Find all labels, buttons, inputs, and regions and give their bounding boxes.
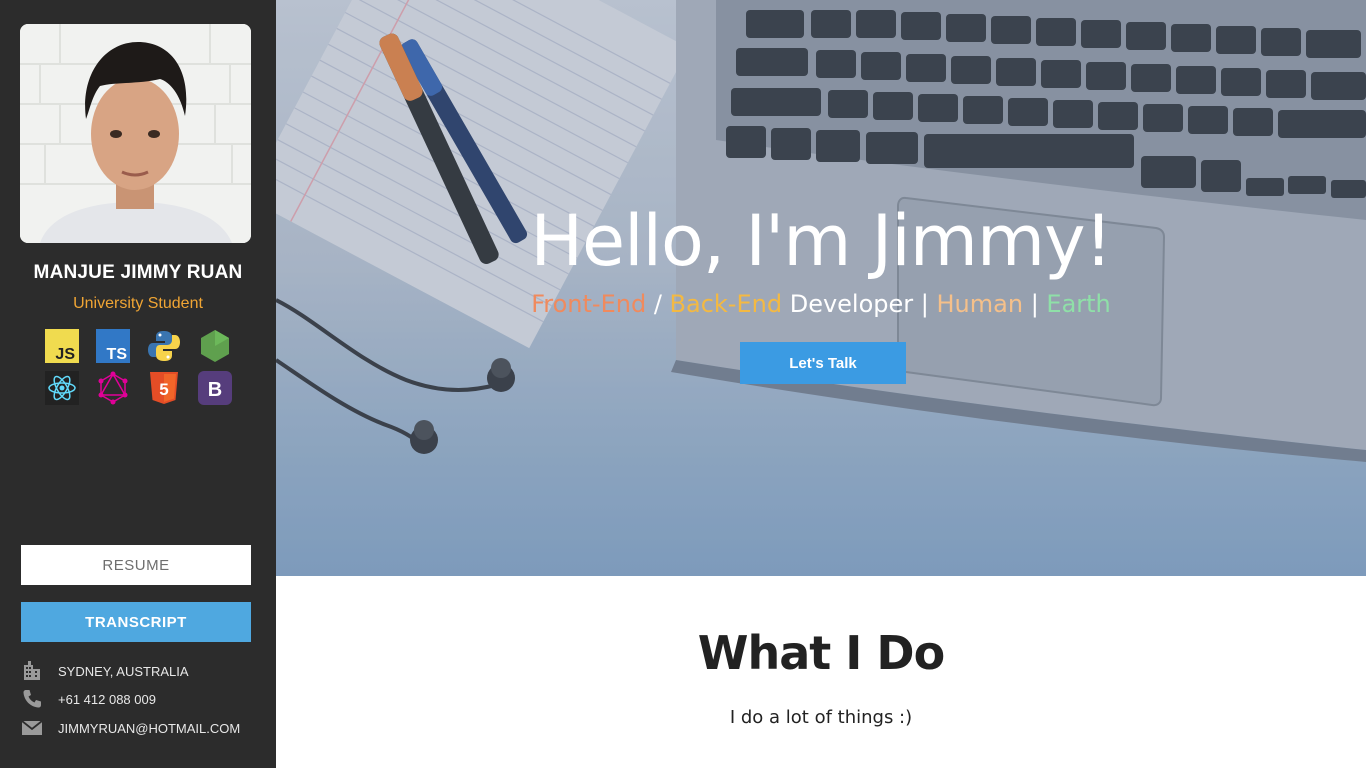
bootstrap-icon: B [189,370,240,406]
contact-phone[interactable]: +61 412 088 009 [21,688,156,710]
subtitle-earth: Earth [1038,290,1111,318]
html5-icon: 5 [138,370,189,406]
graphql-icon [87,370,138,406]
profile-sidebar: MANJUE JIMMY RUAN University Student JS … [0,0,276,768]
hero-section: Hello, I'm Jimmy! Front-End / Back-End D… [276,0,1366,576]
profile-name: MANJUE JIMMY RUAN [33,262,243,283]
subtitle-human: Human [928,290,1031,318]
svg-text:TS: TS [106,346,127,363]
avatar [20,24,251,243]
contact-location: SYDNEY, AUSTRALIA [21,660,189,682]
subtitle-bar-1: | [920,290,929,318]
subtitle-slash: / [646,290,670,318]
nodejs-icon [189,328,240,364]
lets-talk-button[interactable]: Let's Talk [740,342,906,384]
hero-background-image [276,0,1366,576]
hero-title: Hello, I'm Jimmy! [530,200,1112,282]
section-subtitle: I do a lot of things :) [729,707,913,728]
contact-email-text: JIMMYRUAN@HOTMAIL.COM [58,720,241,736]
hero-subtitle: Front-End / Back-End Developer | Human |… [276,290,1366,318]
react-icon [36,370,87,406]
phone-icon [21,688,43,710]
javascript-icon: JS [36,328,87,364]
contact-email[interactable]: JIMMYRUAN@HOTMAIL.COM [21,717,240,739]
contact-phone-text: +61 412 088 009 [58,691,156,707]
contact-location-text: SYDNEY, AUSTRALIA [58,663,189,679]
svg-text:JS: JS [55,346,75,363]
svg-text:5: 5 [159,380,168,399]
subtitle-developer: Developer [782,290,921,318]
svg-text:B: B [207,379,221,401]
section-title: What I Do [697,626,945,680]
skills-grid: JS TS 5 B [36,328,240,406]
subtitle-bar-2: | [1030,290,1039,318]
profile-role: University Student [73,295,203,312]
resume-button[interactable]: RESUME [21,545,251,585]
python-icon [138,328,189,364]
transcript-button[interactable]: TRANSCRIPT [21,602,251,642]
profile-photo [20,24,251,243]
mail-icon [21,717,43,739]
subtitle-front-end: Front-End [531,290,647,318]
typescript-icon: TS [87,328,138,364]
building-icon [21,660,43,682]
subtitle-back-end: Back-End [669,290,783,318]
